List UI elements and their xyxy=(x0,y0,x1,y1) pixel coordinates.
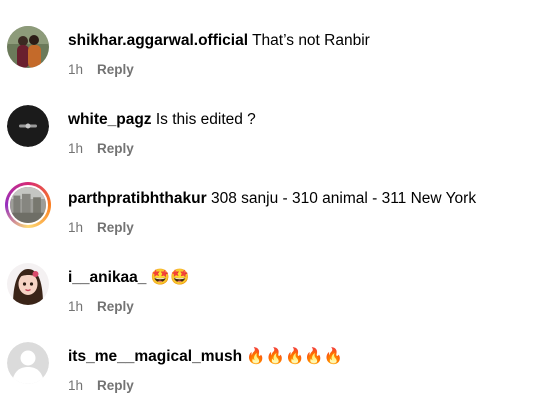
default-user-icon xyxy=(7,342,49,384)
username[interactable]: shikhar.aggarwal.official xyxy=(68,32,248,49)
reply-button[interactable]: Reply xyxy=(97,299,134,314)
reply-button[interactable]: Reply xyxy=(97,378,134,393)
username[interactable]: white_pagz xyxy=(68,111,152,128)
reply-button[interactable]: Reply xyxy=(97,220,134,235)
avatar[interactable] xyxy=(5,182,51,228)
avatar[interactable] xyxy=(7,26,49,68)
avatar-image xyxy=(10,187,46,223)
reply-button[interactable]: Reply xyxy=(97,62,134,77)
comment-item: shikhar.aggarwal.official That’s not Ran… xyxy=(0,0,537,79)
avatar[interactable] xyxy=(7,342,49,384)
comment-item: white_pagz Is this edited ? 1h Reply xyxy=(0,79,537,158)
comment-text: 308 sanju - 310 animal - 311 New York xyxy=(210,190,477,207)
avatar[interactable] xyxy=(7,263,49,305)
comment-text: That’s not Ranbir xyxy=(252,32,370,49)
avatar-image xyxy=(7,105,49,147)
comment-time: 1h xyxy=(68,378,84,393)
username[interactable]: parthpratibhthakur xyxy=(68,190,207,207)
comment-item: parthpratibhthakur 308 sanju - 310 anima… xyxy=(0,158,537,237)
comment-text: 🤩🤩 xyxy=(150,269,190,286)
reply-button[interactable]: Reply xyxy=(97,141,134,156)
comment-item: its_me__magical_mush 🔥🔥🔥🔥🔥 1h Reply xyxy=(0,316,537,395)
avatar-inner xyxy=(8,185,48,225)
username[interactable]: i__anikaa_ xyxy=(68,269,146,286)
comment-time: 1h xyxy=(68,141,84,156)
comment-text: Is this edited ? xyxy=(155,111,256,128)
comment-time: 1h xyxy=(68,62,84,77)
comment-time: 1h xyxy=(68,299,84,314)
comment-text: 🔥🔥🔥🔥🔥 xyxy=(246,348,343,365)
avatar-image xyxy=(7,263,49,305)
username[interactable]: its_me__magical_mush xyxy=(68,348,242,365)
avatar[interactable] xyxy=(7,105,49,147)
comment-time: 1h xyxy=(68,220,84,235)
avatar-image xyxy=(7,26,49,68)
comment-item: i__anikaa_ 🤩🤩 1h Reply xyxy=(0,237,537,316)
